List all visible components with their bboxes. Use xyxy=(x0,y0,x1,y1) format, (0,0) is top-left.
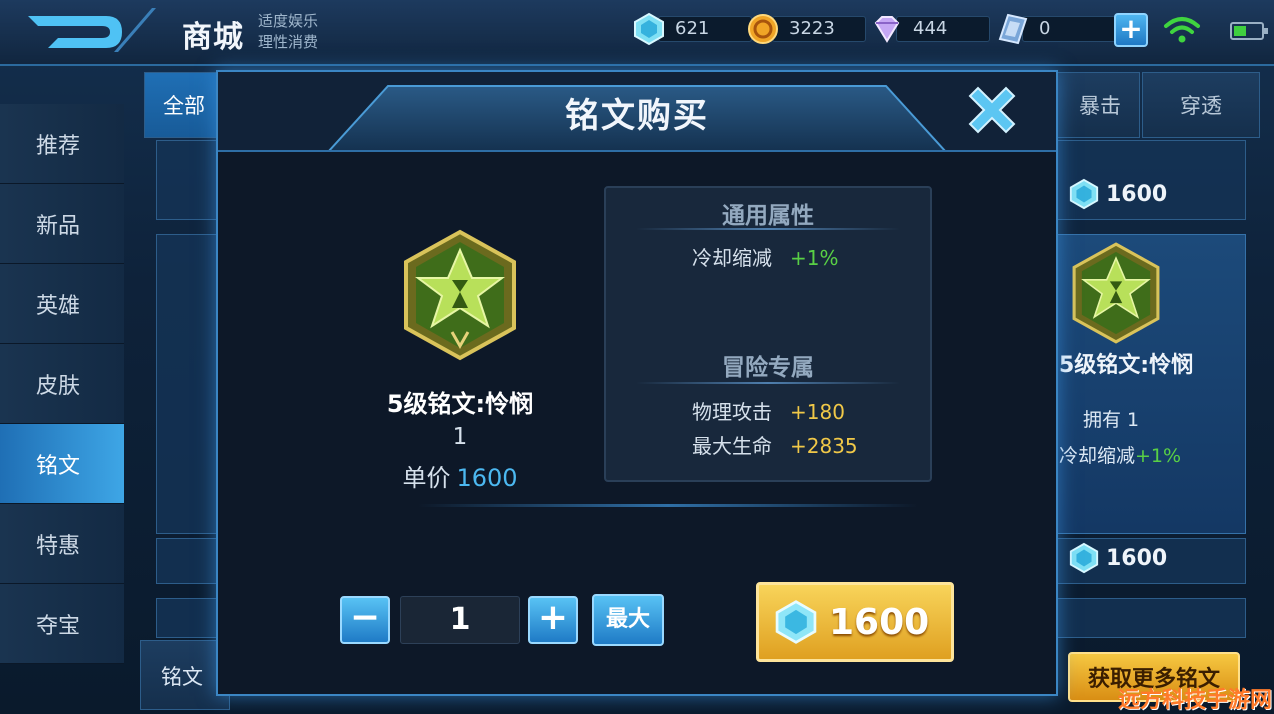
health-notice-line2: 理性消费 xyxy=(258,33,319,51)
price-value: 1600 xyxy=(1106,181,1168,207)
ticket-icon xyxy=(998,13,1028,45)
currency-gold: 3223 xyxy=(746,14,866,44)
diamond-icon xyxy=(1069,542,1099,574)
quantity-input[interactable]: 1 xyxy=(400,596,520,644)
tab-crit-label: 暴击 xyxy=(1079,94,1121,118)
dialog-divider xyxy=(418,504,918,507)
diamond-icon xyxy=(634,12,664,46)
category-sidebar: 推荐 新品 英雄 皮肤 铭文 特惠 夺宝 xyxy=(0,104,124,664)
sidebar-item-deals[interactable]: 特惠 xyxy=(0,504,124,584)
currency-ticket: 0 xyxy=(996,13,1116,45)
purple-gem-icon xyxy=(874,16,900,43)
rune-card-attr: 冷却缩减+1% xyxy=(1059,441,1181,468)
unit-price: 单价 1600 xyxy=(338,458,582,493)
diamond-amount: 621 xyxy=(658,16,752,42)
tab-penetration[interactable]: 穿透 xyxy=(1142,72,1260,138)
rune-card-attr-value: +1% xyxy=(1135,445,1182,467)
rune-emblem-icon xyxy=(404,229,516,361)
attr-row-cooldown: 冷却缩减 +1% xyxy=(692,242,839,271)
tab-all-label: 全部 xyxy=(163,94,205,118)
diamond-icon xyxy=(1069,178,1099,210)
battery-icon xyxy=(1230,22,1268,40)
sidebar-item-skins[interactable]: 皮肤 xyxy=(0,344,124,424)
dialog-title: 铭文购买 xyxy=(565,96,709,136)
attr-label: 物理攻击 xyxy=(692,400,772,424)
page-title: 商城 xyxy=(182,20,244,55)
attr-value: +2835 xyxy=(790,434,858,458)
gold-amount: 3223 xyxy=(772,16,866,42)
rune-name: 5级铭文:怜悯 xyxy=(386,390,534,418)
max-quantity-button[interactable]: 最大 xyxy=(592,594,664,646)
rune-card-right[interactable]: 5级铭文:怜悯 拥有 1 冷却缩减+1% xyxy=(1046,234,1246,534)
gold-coin-icon xyxy=(748,14,778,44)
unit-price-label: 单价 xyxy=(402,464,451,492)
wifi-icon xyxy=(1164,17,1200,43)
unit-price-value: 1600 xyxy=(456,464,518,492)
health-notice-line1: 适度娱乐 xyxy=(258,12,319,30)
price-value: 1600 xyxy=(1106,545,1168,571)
section-divider xyxy=(636,382,900,384)
watermark: 远方科技手游网 xyxy=(1118,688,1273,713)
general-attrs-title: 通用属性 xyxy=(722,203,814,229)
buy-price: 1600 xyxy=(829,601,930,643)
sidebar-item-heroes[interactable]: 英雄 xyxy=(0,264,124,344)
currency-gem: 444 xyxy=(870,14,990,44)
ticket-amount: 0 xyxy=(1022,16,1116,42)
close-icon[interactable] xyxy=(960,78,1024,142)
attr-row-physical-attack: 物理攻击 +180 xyxy=(692,396,845,425)
sidebar-item-treasure[interactable]: 夺宝 xyxy=(0,584,124,664)
currency-diamond: 621 xyxy=(632,12,752,46)
rune-purchase-dialog: 铭文购买 5级铭文:怜悯 1 单价 1600 通用属性 冷却缩减 +1% 冒险专属 … xyxy=(216,70,1058,696)
attr-value: +180 xyxy=(790,400,845,424)
rune-card-attr-label: 冷却缩减 xyxy=(1059,445,1136,467)
rune-emblem-icon xyxy=(1072,242,1160,344)
rune-card-name: 5级铭文:怜悯 xyxy=(1059,353,1194,378)
back-icon[interactable] xyxy=(18,8,158,58)
rune-count: 1 xyxy=(452,424,468,450)
rune-card-owned: 拥有 1 xyxy=(1083,409,1140,431)
section-divider xyxy=(636,228,900,230)
health-notice: 适度娱乐 理性消费 xyxy=(258,11,318,53)
attr-value: +1% xyxy=(790,246,839,270)
decrease-quantity-button[interactable]: − xyxy=(340,596,390,644)
battery-level xyxy=(1234,26,1246,36)
sidebar-item-new[interactable]: 新品 xyxy=(0,184,124,264)
attributes-panel: 通用属性 冷却缩减 +1% 冒险专属 物理攻击 +180 最大生命 +2835 xyxy=(604,186,932,482)
shop-screen: 商城 适度娱乐 理性消费 621 3223 444 0 + 推荐 新品 英雄 皮… xyxy=(0,0,1274,714)
tab-penetration-label: 穿透 xyxy=(1180,94,1222,118)
price-tag-top: 1600 xyxy=(1068,178,1167,210)
price-tag-bottom: 1600 xyxy=(1068,542,1167,574)
attr-label: 最大生命 xyxy=(692,434,772,458)
adventure-attrs-title: 冒险专属 xyxy=(722,355,814,381)
attr-label: 冷却缩减 xyxy=(692,246,772,270)
buy-button[interactable]: 1600 xyxy=(756,582,954,662)
gem-amount: 444 xyxy=(896,16,990,42)
attr-row-max-hp: 最大生命 +2835 xyxy=(692,430,858,459)
sidebar-item-runes[interactable]: 铭文 xyxy=(0,424,124,504)
sidebar-item-recommend[interactable]: 推荐 xyxy=(0,104,124,184)
recharge-button[interactable]: + xyxy=(1114,13,1148,47)
increase-quantity-button[interactable]: + xyxy=(528,596,578,644)
diamond-icon xyxy=(775,600,817,644)
top-bar: 商城 适度娱乐 理性消费 621 3223 444 0 + xyxy=(0,0,1274,66)
